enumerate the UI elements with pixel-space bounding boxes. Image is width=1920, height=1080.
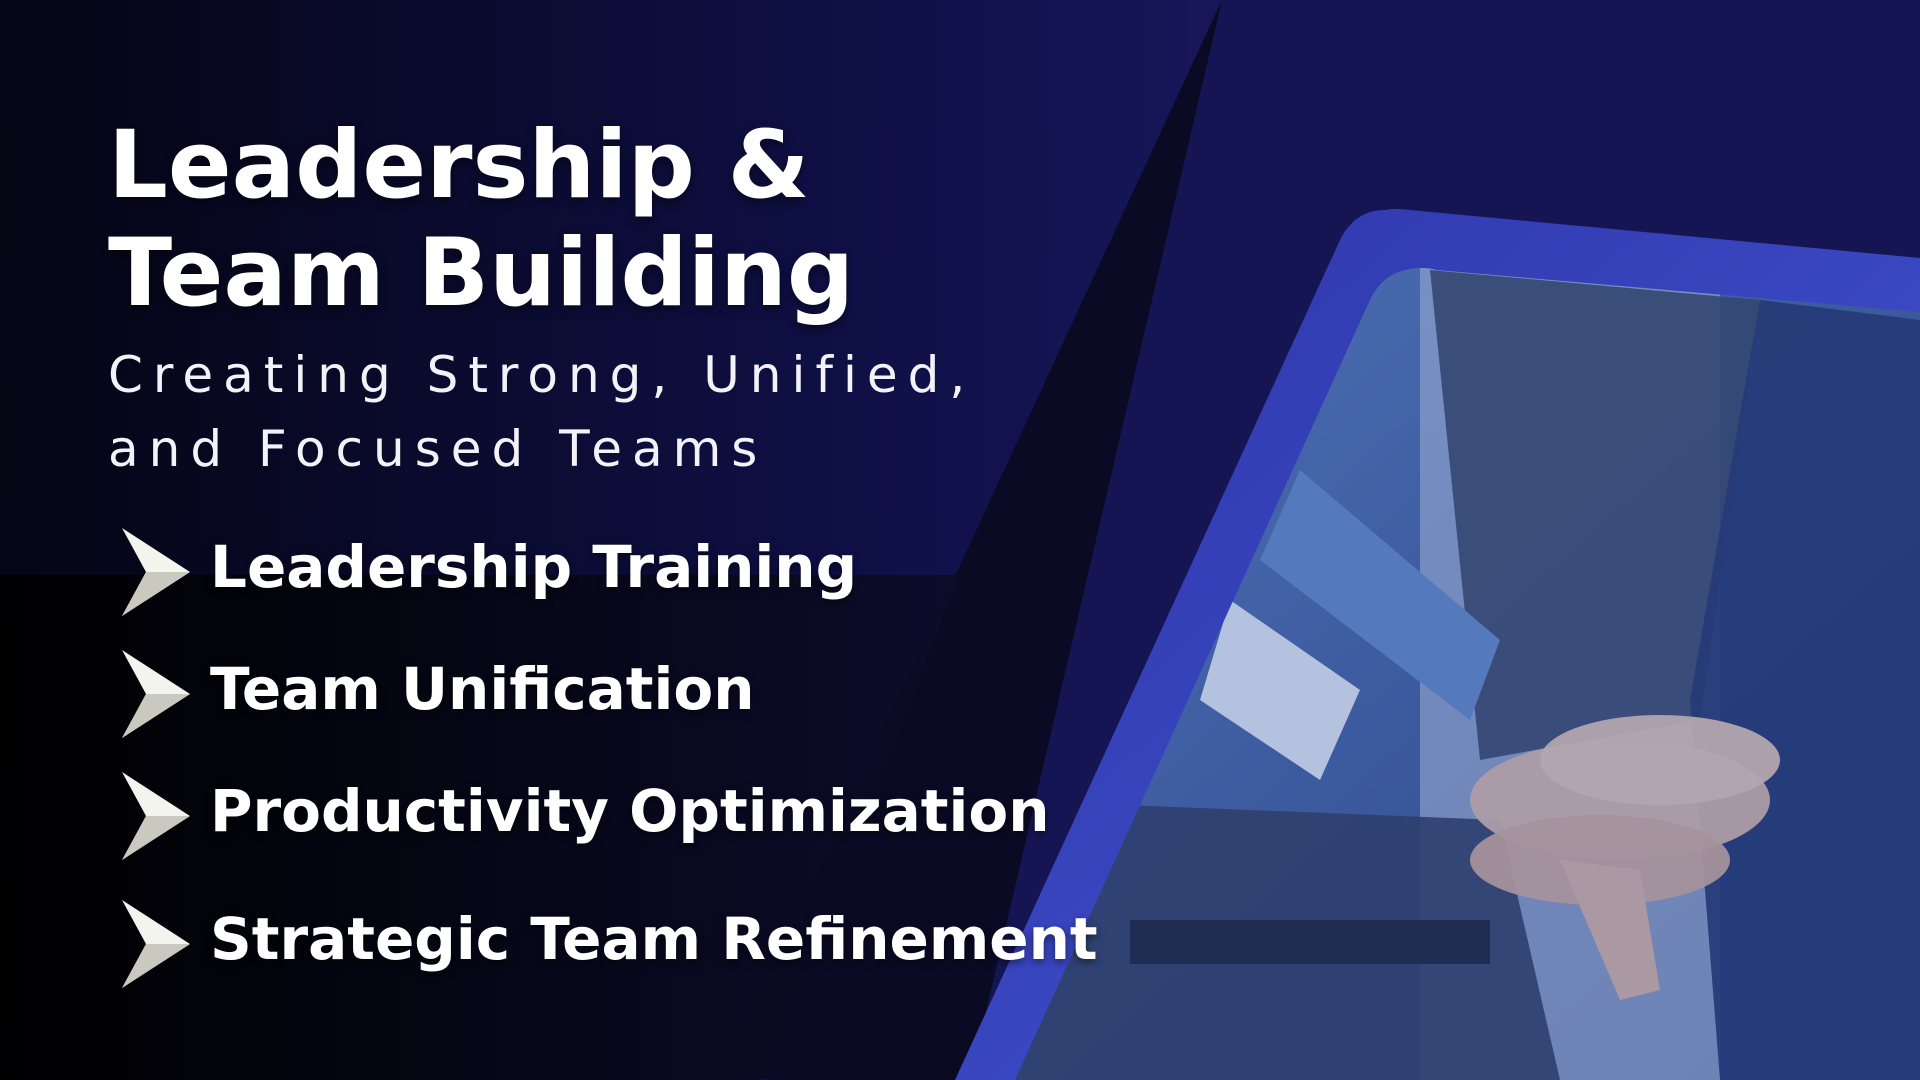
heading-block: Leadership & Team Building Creating Stro… <box>108 112 1208 486</box>
chevron-arrow-icon <box>122 772 190 860</box>
subtitle-line-2: and Focused Teams <box>108 420 768 478</box>
list-item: Team Unification <box>108 642 1208 742</box>
slide-canvas: Leadership & Team Building Creating Stro… <box>0 0 1920 1080</box>
subtitle-line-1: Creating Strong, Unified, <box>108 346 976 404</box>
chevron-arrow-icon <box>122 650 190 738</box>
list-item: Productivity Optimization <box>108 764 1208 864</box>
subtitle: Creating Strong, Unified, and Focused Te… <box>108 338 1208 486</box>
list-item: Strategic Team Refinement <box>108 892 1208 992</box>
item-label: Productivity Optimization <box>210 777 1050 845</box>
chevron-arrow-icon <box>122 528 190 616</box>
title-line-1: Leadership & <box>108 111 810 220</box>
item-label: Team Unification <box>210 655 755 723</box>
item-label: Leadership Training <box>210 533 858 601</box>
title-line-2: Team Building <box>108 219 855 328</box>
chevron-arrow-icon <box>122 900 190 988</box>
item-label: Strategic Team Refinement <box>210 905 1098 973</box>
list-item: Leadership Training <box>108 520 1208 620</box>
